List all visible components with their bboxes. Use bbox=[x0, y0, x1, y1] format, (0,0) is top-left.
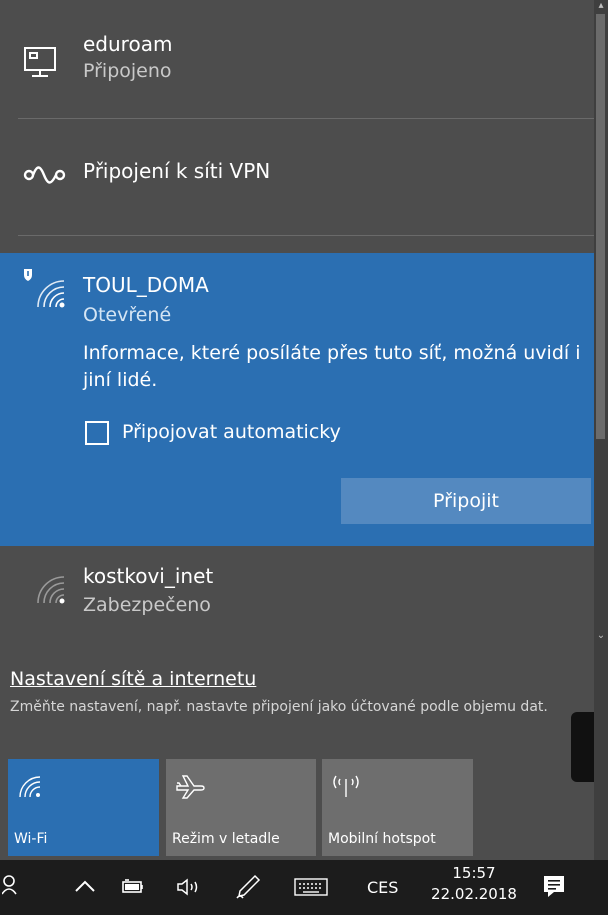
scroll-thumb[interactable] bbox=[596, 14, 605, 439]
pen-ink-workspace-icon[interactable] bbox=[235, 874, 261, 904]
ethernet-icon bbox=[22, 40, 66, 84]
action-center-icon[interactable] bbox=[542, 874, 566, 902]
touch-keyboard-icon[interactable] bbox=[294, 878, 328, 900]
hotspot-icon bbox=[330, 773, 362, 799]
input-language-indicator[interactable]: CES bbox=[367, 878, 398, 897]
network-name: TOUL_DOMA bbox=[83, 273, 209, 297]
auto-connect-checkbox[interactable] bbox=[85, 421, 109, 445]
clock[interactable]: 15:57 22.02.2018 bbox=[424, 864, 524, 905]
network-settings-description: Změňte nastavení, např. nastavte připoje… bbox=[10, 699, 548, 715]
tile-label: Wi-Fi bbox=[14, 831, 48, 847]
network-item-kostkovi[interactable]: kostkovi_inet Zabezpečeno bbox=[0, 548, 594, 648]
network-name: kostkovi_inet bbox=[83, 564, 214, 588]
mobile-hotspot-tile[interactable]: Mobilní hotspot bbox=[322, 759, 473, 856]
airplane-mode-tile[interactable]: Režim v letadle bbox=[166, 759, 316, 856]
network-status: Otevřené bbox=[83, 304, 172, 326]
scrollbar[interactable]: ▴ ⌄ bbox=[594, 0, 608, 860]
taskbar: CES 15:57 22.02.2018 bbox=[0, 860, 608, 915]
vpn-icon bbox=[22, 159, 66, 203]
connect-button[interactable]: Připojit bbox=[341, 478, 591, 524]
network-status: Zabezpečeno bbox=[83, 594, 211, 616]
battery-icon[interactable] bbox=[121, 877, 147, 899]
show-hidden-icons-chevron-icon[interactable] bbox=[74, 878, 96, 897]
wifi-secured-icon bbox=[22, 563, 66, 607]
network-name: eduroam bbox=[83, 32, 173, 56]
security-warning: Informace, které posíláte přes tuto síť,… bbox=[83, 342, 581, 391]
wifi-toggle-tile[interactable]: Wi-Fi bbox=[8, 759, 159, 856]
scroll-down-arrow-icon[interactable]: ⌄ bbox=[594, 630, 608, 642]
network-flyout: eduroam Připojeno Připojení k síti VPN T… bbox=[0, 0, 595, 860]
tile-label: Režim v letadle bbox=[172, 831, 280, 847]
clock-date: 22.02.2018 bbox=[431, 885, 517, 903]
airplane-icon bbox=[174, 773, 206, 799]
clock-time: 15:57 bbox=[452, 864, 496, 882]
scroll-up-arrow-icon[interactable]: ▴ bbox=[594, 0, 608, 12]
vpn-label: Připojení k síti VPN bbox=[83, 159, 271, 183]
vpn-settings-item[interactable]: Připojení k síti VPN bbox=[0, 119, 594, 235]
network-status: Připojeno bbox=[83, 60, 172, 82]
network-settings-link[interactable]: Nastavení sítě a internetu bbox=[10, 668, 256, 690]
people-icon[interactable] bbox=[1, 874, 20, 900]
volume-icon[interactable] bbox=[176, 877, 208, 901]
network-item-eduroam[interactable]: eduroam Připojeno bbox=[0, 0, 594, 118]
tile-label: Mobilní hotspot bbox=[328, 831, 436, 847]
auto-connect-label[interactable]: Připojovat automaticky bbox=[122, 421, 341, 443]
divider bbox=[18, 235, 594, 236]
wifi-open-icon bbox=[22, 267, 66, 311]
wifi-icon bbox=[16, 773, 48, 799]
